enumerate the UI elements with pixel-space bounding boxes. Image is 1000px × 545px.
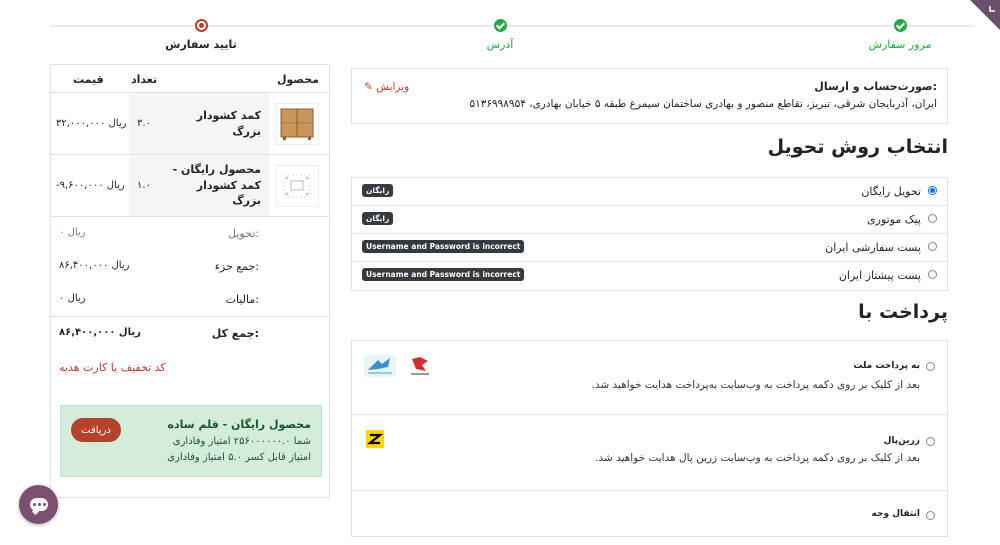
claim-reward-button[interactable]: دریافت [71, 418, 121, 442]
product-name: محصول رایگان - کمد کشودار بزرگ [159, 155, 269, 216]
payment-radio[interactable] [926, 437, 935, 446]
summary-item: کمد کشودار بزرگ ۳.۰ ۳۲,۰۰۰,۰۰۰ ریال [51, 93, 329, 155]
delivery-name: پست پیشتاز ایران [838, 269, 921, 282]
delivery-price-badge: رایگان [362, 184, 394, 197]
payment-name: به پرداخت ملت [853, 361, 920, 371]
payment-option[interactable]: زرین‌پال بعد از کلیک بر روی دکمه پرداخت … [352, 415, 947, 491]
mellat-logo-icon [408, 355, 432, 380]
chat-button[interactable] [19, 485, 58, 524]
delivery-option[interactable]: تحویل رایگان رایگان [352, 178, 947, 206]
delivery-label: تحویل: [228, 227, 259, 240]
address-title: صورت‌حساب و ارسال: [814, 80, 937, 93]
delivery-error-badge: Username and Password is incorrect [362, 268, 525, 281]
product-price: ۳۲,۰۰۰,۰۰۰ ریال [56, 118, 127, 129]
delivery-option[interactable]: پست پیشتاز ایران Username and Password i… [352, 262, 947, 290]
delivery-methods: تحویل رایگان رایگان پیک موتوری رایگان پس… [351, 177, 948, 291]
payment-heading: پرداخت با [858, 301, 948, 323]
check-icon [893, 19, 907, 32]
reward-title: محصول رایگان - قلم ساده [167, 418, 311, 431]
address-text: ایران، آذربایجان شرقی، تبریز، تقاطع منصو… [469, 98, 937, 110]
step-confirm: تایید سفارش [121, 8, 281, 51]
tax-value: ۰ ریال [59, 293, 86, 304]
subtotal-row: جمع جزء: ۸۶,۴۰۰,۰۰۰ ریال [51, 250, 329, 283]
payment-option[interactable]: انتقال وجه [352, 491, 947, 536]
total-row: جمع کل: ۸۶,۴۰۰,۰۰۰ ریال [51, 316, 329, 349]
product-qty: ۱.۰ [129, 155, 159, 216]
delivery-option[interactable]: پیک موتوری رایگان [352, 206, 947, 234]
checkout-progress: مرور سفارش آدرس تایید سفارش [50, 8, 975, 58]
edit-icon: ✎ [364, 81, 373, 93]
delivery-radio[interactable] [928, 186, 937, 195]
zarinpal-logo-icon [366, 430, 384, 451]
subtotal-label: جمع جزء: [214, 260, 259, 273]
delivery-heading: انتخاب روش تحویل [767, 136, 948, 158]
summary-item: محصول رایگان - کمد کشودار بزرگ ۱.۰ -۹,۶۰… [51, 155, 329, 217]
step-label: تایید سفارش [165, 38, 237, 51]
delivery-name: پیک موتوری [867, 213, 921, 226]
step-label: آدرس [486, 38, 514, 51]
delivery-radio[interactable] [928, 214, 937, 223]
payment-description: بعد از کلیک بر روی دکمه پرداخت به وب‌سای… [595, 452, 920, 464]
delivery-value: ۰ ریال [59, 227, 86, 238]
header-quantity: تعداد [131, 73, 158, 86]
placeholder-image-icon [283, 174, 311, 198]
delivery-row: تحویل: ۰ ریال [51, 217, 329, 250]
dresser-icon [280, 108, 314, 140]
total-value: ۸۶,۴۰۰,۰۰۰ ریال [59, 327, 141, 338]
summary-totals: تحویل: ۰ ریال جمع جزء: ۸۶,۴۰۰,۰۰۰ ریال م… [51, 217, 329, 349]
payment-radio[interactable] [926, 511, 935, 520]
promo-code-link[interactable]: کد تخفیف یا کارت هدیه [59, 361, 166, 374]
payment-name: زرین‌پال [883, 436, 920, 446]
payment-description: بعد از کلیک بر روی دکمه پرداخت به وب‌سای… [591, 379, 920, 391]
loyalty-reward-alert: محصول رایگان - قلم ساده شما ۲۵۶۰۰۰۰۰۰.۰ … [60, 405, 322, 477]
product-price: -۹,۶۰۰,۰۰۰ ریال [56, 180, 125, 191]
check-icon [493, 19, 507, 32]
payment-name: انتقال وجه [871, 509, 920, 519]
delivery-option[interactable]: پست سفارشی ایران Username and Password i… [352, 234, 947, 262]
product-thumbnail[interactable] [275, 103, 319, 145]
bank-logo-icon [364, 355, 396, 380]
billing-shipping-address: صورت‌حساب و ارسال: ایران، آذربایجان شرقی… [351, 68, 948, 124]
product-qty: ۳.۰ [129, 93, 159, 154]
reward-points: شما ۲۵۶۰۰۰۰۰۰.۰ امتیاز وفاداری [172, 436, 311, 447]
step-review[interactable]: مرور سفارش [820, 8, 980, 51]
summary-header: محصول تعداد قیمت [51, 65, 329, 93]
delivery-error-badge: Username and Password is incorrect [362, 240, 525, 253]
payment-option[interactable]: به پرداخت ملت بعد از کلیک بر روی دکمه پر… [352, 341, 947, 415]
delivery-name: پست سفارشی ایران [825, 241, 921, 254]
tax-row: مالیات: ۰ ریال [51, 283, 329, 316]
edit-address-link[interactable]: ✎ ویرایش [364, 81, 409, 93]
payment-radio[interactable] [926, 362, 935, 371]
total-label: جمع کل: [211, 327, 259, 340]
order-summary: محصول تعداد قیمت کمد کشودار بزرگ ۳.۰ ۳۲,… [50, 64, 330, 498]
tax-label: مالیات: [225, 293, 259, 306]
reward-deductible: امتیاز قابل کسر ۵.۰ امتیاز وفاداری [167, 452, 311, 463]
product-thumbnail[interactable] [275, 165, 319, 207]
delivery-radio[interactable] [928, 270, 937, 279]
header-product: محصول [276, 73, 319, 86]
chat-bubble-icon [29, 498, 48, 511]
current-step-icon [194, 19, 208, 32]
delivery-price-badge: رایگان [362, 212, 394, 225]
header-price: قیمت [73, 73, 104, 86]
subtotal-value: ۸۶,۴۰۰,۰۰۰ ریال [59, 260, 130, 271]
payment-methods: به پرداخت ملت بعد از کلیک بر روی دکمه پر… [351, 340, 948, 537]
delivery-radio[interactable] [928, 242, 937, 251]
edit-label: ویرایش [376, 81, 410, 93]
product-name: کمد کشودار بزرگ [159, 93, 269, 154]
delivery-name: تحویل رایگان [861, 185, 921, 198]
step-label: مرور سفارش [868, 38, 932, 51]
step-address[interactable]: آدرس [420, 8, 580, 51]
